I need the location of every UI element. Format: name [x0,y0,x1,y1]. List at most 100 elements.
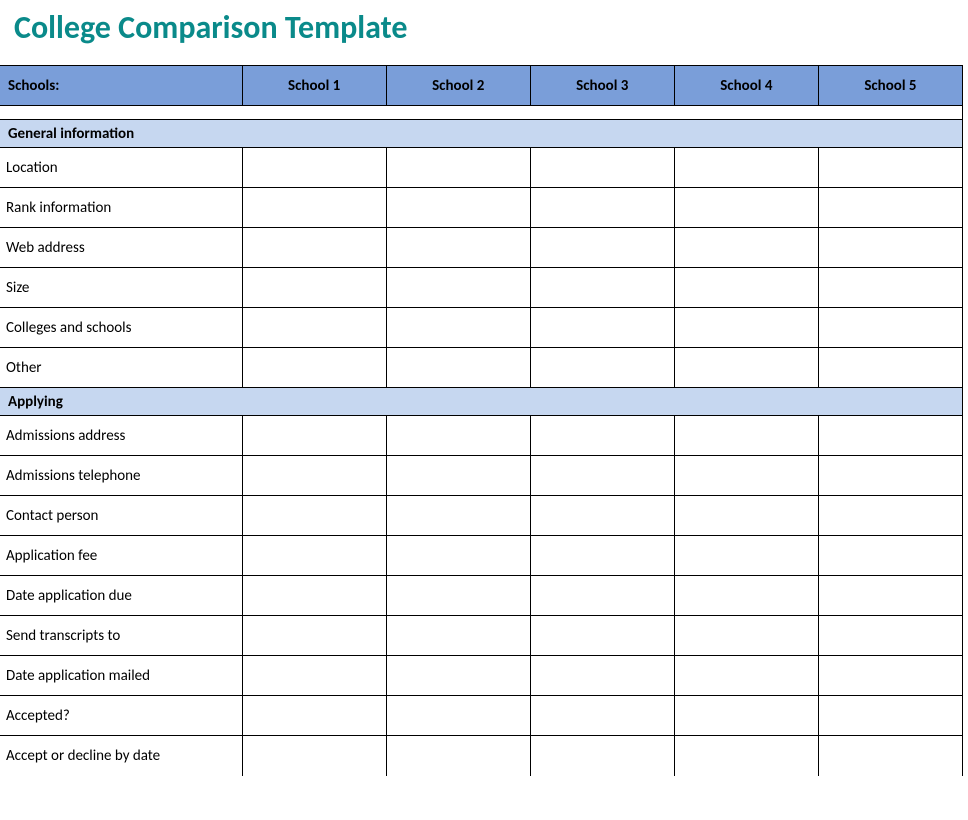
cell[interactable] [818,188,962,228]
cell[interactable] [674,736,818,776]
cell[interactable] [674,656,818,696]
cell[interactable] [242,736,386,776]
cell[interactable] [386,736,530,776]
cell[interactable] [386,308,530,348]
cell[interactable] [242,188,386,228]
cell[interactable] [818,228,962,268]
cell[interactable] [242,496,386,536]
cell[interactable] [530,148,674,188]
cell[interactable] [242,616,386,656]
cell[interactable] [818,536,962,576]
school-col-5[interactable]: School 5 [818,66,962,106]
cell[interactable] [386,496,530,536]
table-row: Rank information [0,188,963,228]
cell[interactable] [242,576,386,616]
table-row: Location [0,148,963,188]
cell[interactable] [530,268,674,308]
cell[interactable] [674,616,818,656]
school-col-2[interactable]: School 2 [386,66,530,106]
cell[interactable] [386,536,530,576]
cell[interactable] [674,268,818,308]
cell[interactable] [530,348,674,388]
cell[interactable] [530,188,674,228]
cell[interactable] [386,268,530,308]
cell[interactable] [674,188,818,228]
table-row: Application fee [0,536,963,576]
school-col-4[interactable]: School 4 [674,66,818,106]
cell[interactable] [386,348,530,388]
cell[interactable] [242,268,386,308]
cell[interactable] [530,416,674,456]
row-label: Send transcripts to [0,616,242,656]
cell[interactable] [674,416,818,456]
school-col-1[interactable]: School 1 [242,66,386,106]
cell[interactable] [386,416,530,456]
cell[interactable] [530,576,674,616]
row-label: Admissions telephone [0,456,242,496]
cell[interactable] [818,736,962,776]
cell[interactable] [674,696,818,736]
cell[interactable] [530,656,674,696]
cell[interactable] [674,308,818,348]
row-label: Location [0,148,242,188]
table-row: Admissions telephone [0,456,963,496]
cell[interactable] [818,656,962,696]
cell[interactable] [242,536,386,576]
cell[interactable] [530,456,674,496]
cell[interactable] [674,148,818,188]
comparison-table: Schools: School 1 School 2 School 3 Scho… [0,65,963,776]
cell[interactable] [386,656,530,696]
cell[interactable] [386,228,530,268]
table-row: Send transcripts to [0,616,963,656]
cell[interactable] [530,536,674,576]
section-applying: Applying [0,388,963,416]
cell[interactable] [818,576,962,616]
cell[interactable] [818,696,962,736]
table-row: Size [0,268,963,308]
cell[interactable] [674,456,818,496]
cell[interactable] [818,616,962,656]
cell[interactable] [242,456,386,496]
cell[interactable] [530,228,674,268]
cell[interactable] [242,656,386,696]
cell[interactable] [530,496,674,536]
cell[interactable] [386,696,530,736]
cell[interactable] [674,576,818,616]
cell[interactable] [674,496,818,536]
cell[interactable] [386,616,530,656]
cell[interactable] [242,228,386,268]
cell[interactable] [530,616,674,656]
row-label: Other [0,348,242,388]
cell[interactable] [386,148,530,188]
table-row: Other [0,348,963,388]
row-label: Colleges and schools [0,308,242,348]
cell[interactable] [242,308,386,348]
cell[interactable] [386,188,530,228]
cell[interactable] [242,348,386,388]
cell[interactable] [530,308,674,348]
page-title: College Comparison Template [0,0,968,65]
cell[interactable] [818,268,962,308]
cell[interactable] [818,456,962,496]
row-label: Contact person [0,496,242,536]
cell[interactable] [818,496,962,536]
cell[interactable] [242,696,386,736]
cell[interactable] [818,348,962,388]
section-label: General information [0,120,963,148]
cell[interactable] [530,736,674,776]
cell[interactable] [818,148,962,188]
cell[interactable] [818,416,962,456]
school-col-3[interactable]: School 3 [530,66,674,106]
table-row: Contact person [0,496,963,536]
cell[interactable] [386,576,530,616]
cell[interactable] [242,148,386,188]
cell[interactable] [674,228,818,268]
table-row: Accepted? [0,696,963,736]
cell[interactable] [386,456,530,496]
cell[interactable] [530,696,674,736]
cell[interactable] [242,416,386,456]
cell[interactable] [674,536,818,576]
cell[interactable] [674,348,818,388]
row-label: Web address [0,228,242,268]
cell[interactable] [818,308,962,348]
